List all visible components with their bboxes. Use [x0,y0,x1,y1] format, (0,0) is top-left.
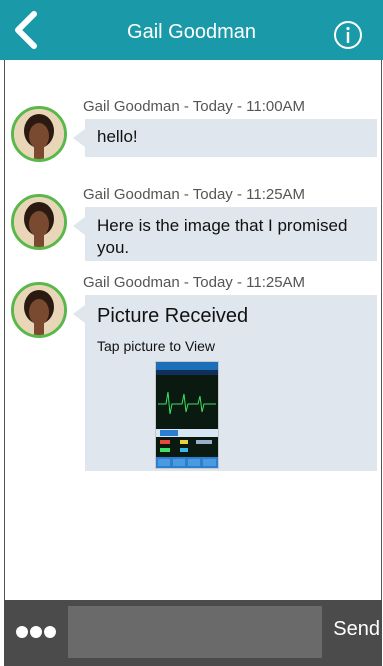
avatar [11,282,67,338]
message-bubble: Here is the image that I promised you. [73,207,377,261]
more-button[interactable] [14,624,58,640]
page-title: Gail Goodman [127,21,256,43]
picture-bubble[interactable]: Picture Received Tap picture to View [73,295,377,471]
avatar [11,194,67,250]
message-meta: Gail Goodman - Today - 11:25AM [83,186,306,203]
message-list[interactable]: Gail Goodman - Today - 11:00AM hello! Ga… [4,60,382,600]
back-button[interactable] [10,10,42,50]
avatar [11,106,67,162]
picture-subtitle: Tap picture to View [97,338,216,354]
message-text: Here is the image that I promised you. [97,216,348,257]
message-meta: Gail Goodman - Today - 11:25AM [83,274,306,291]
send-button[interactable]: Send [333,618,380,641]
info-icon [334,21,362,49]
message-bubble: hello! [73,119,377,157]
more-dots-icon [16,626,56,638]
header-bar: Gail Goodman [0,0,383,60]
message-input[interactable] [68,606,322,658]
chevron-left-icon [15,11,37,49]
composer-bar: Send [4,600,382,666]
info-button[interactable] [333,20,363,50]
picture-title: Picture Received [97,305,249,327]
message-meta: Gail Goodman - Today - 11:00AM [83,98,306,115]
message-text: hello! [97,127,138,146]
picture-thumbnail[interactable] [155,361,219,469]
